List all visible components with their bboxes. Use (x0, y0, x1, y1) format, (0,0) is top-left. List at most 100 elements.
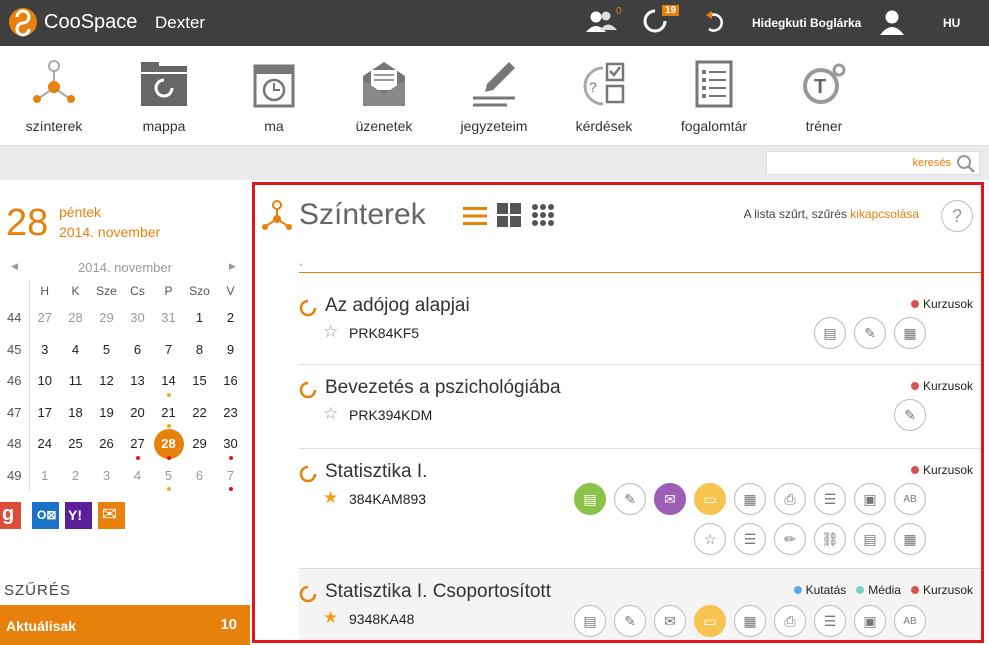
calendar-button[interactable]: ▦ (894, 317, 926, 349)
archive-button[interactable]: ▤ (854, 523, 886, 555)
outlook-button[interactable]: O⊠ (32, 502, 59, 529)
checklist-button[interactable]: ☰ (814, 605, 846, 637)
scene-tag[interactable]: Kurzusok (910, 297, 973, 311)
calendar-day[interactable]: 7 (215, 460, 246, 491)
checklist-button[interactable]: ☰ (814, 483, 846, 515)
back-button[interactable] (703, 10, 725, 39)
scene-tag[interactable]: Kurzusok (910, 583, 973, 597)
scene-row[interactable]: Statisztika I. Csoportosított ★ 9348KA48 Ku… (299, 569, 981, 640)
calendar-day[interactable]: 4 (122, 460, 153, 492)
calendar-day[interactable]: 1 (29, 460, 60, 492)
calendar-day[interactable]: 5 (91, 334, 122, 366)
ab-button[interactable]: AB (894, 483, 926, 515)
email-button[interactable]: ✉ (98, 502, 125, 529)
chat-button[interactable]: ✉ (654, 483, 686, 515)
favorite-star-filled-icon[interactable]: ★ (323, 488, 338, 508)
calendar-day[interactable]: 6 (122, 334, 153, 366)
scene-tag[interactable]: Kurzusok (910, 463, 973, 477)
pin-button[interactable]: ✎ (854, 317, 886, 349)
chat-button[interactable]: ✉ (654, 605, 686, 637)
google-calendar-button[interactable]: g (0, 502, 21, 529)
calendar-day[interactable]: 15 (184, 365, 215, 397)
calendar-day[interactable]: 2 (215, 302, 246, 334)
pin-button[interactable]: ✎ (894, 399, 926, 431)
calendar-day[interactable]: 27 (122, 428, 153, 460)
calendar-day[interactable]: 11 (60, 365, 91, 397)
tool-folder[interactable]: mappa (119, 58, 209, 134)
ab-button[interactable]: AB (894, 605, 926, 637)
language-switch[interactable]: HU (943, 16, 960, 30)
calendar-day[interactable]: 26 (91, 428, 122, 460)
inbox-button[interactable]: ⎙ (774, 605, 806, 637)
app-logo[interactable]: CooSpace (8, 7, 137, 37)
favorite-star-filled-icon[interactable]: ★ (323, 608, 338, 628)
calendar-day[interactable]: 31 (153, 302, 184, 334)
calendar-day[interactable]: 19 (91, 397, 122, 429)
calendar-day[interactable]: 28 (153, 428, 184, 460)
tool-glossary[interactable]: fogalomtár (669, 58, 759, 134)
calendar-day[interactable]: 21 (153, 397, 184, 428)
tool-trainer[interactable]: T tréner (779, 58, 869, 134)
next-month-icon[interactable]: ▶ (229, 261, 236, 272)
favorite-star-icon[interactable]: ☆ (323, 404, 338, 424)
calendar-day[interactable]: 18 (60, 397, 91, 429)
link-button[interactable]: ⛓ (814, 523, 846, 555)
calendar-day[interactable]: 20 (122, 397, 153, 429)
calendar-day[interactable]: 16 (215, 365, 246, 397)
list-button[interactable]: ☰ (734, 523, 766, 555)
tile-view-icon[interactable] (531, 203, 555, 227)
announcement-button[interactable]: ▭ (694, 483, 726, 515)
pencil-button[interactable]: ✏ (774, 523, 806, 555)
help-button[interactable]: ? (941, 200, 973, 232)
scene-row[interactable]: Statisztika I. ★ 384KAM893 Kurzusok ▤ ✎ ✉ ▭ ▦ ⎙ ☰ ▣… (299, 449, 981, 569)
calendar-day[interactable]: 27 (29, 302, 60, 334)
scene-name[interactable]: Statisztika I. Csoportosított (325, 581, 551, 603)
search-input[interactable]: keresés (766, 151, 980, 175)
scene-name[interactable]: Az adójog alapjai (325, 295, 470, 317)
yahoo-button[interactable]: Y! (65, 502, 92, 529)
calendar-day[interactable]: 3 (29, 334, 60, 366)
calendar-day[interactable]: 6 (184, 460, 215, 492)
calendar-day[interactable]: 3 (91, 460, 122, 492)
scene-name[interactable]: Statisztika I. (325, 461, 427, 483)
calendar-day[interactable]: 10 (29, 365, 60, 397)
calendar-day[interactable]: 29 (184, 428, 215, 460)
calendar-day[interactable]: 30 (122, 302, 153, 334)
grid-view-icon[interactable] (497, 203, 521, 227)
favorite-star-icon[interactable]: ☆ (323, 322, 338, 342)
filter-current[interactable]: Aktuálisak 10 (0, 605, 250, 645)
tool-notes[interactable]: jegyzeteim (449, 58, 539, 134)
inbox-button[interactable]: ⎙ (774, 483, 806, 515)
calendar-day[interactable]: 24 (29, 428, 60, 460)
tool-today[interactable]: ma (229, 58, 319, 134)
calendar-day[interactable]: 5 (153, 460, 184, 491)
calendar-day[interactable]: 22 (184, 397, 215, 429)
filter-off-link[interactable]: kikapcsolása (850, 207, 919, 221)
calendar-day[interactable]: 8 (184, 334, 215, 366)
rating-star-button[interactable]: ☆ (694, 523, 726, 555)
calendar-day[interactable]: 30 (215, 428, 246, 460)
drawer-button[interactable]: ▦ (894, 523, 926, 555)
pin-button[interactable]: ✎ (614, 483, 646, 515)
tool-scenes[interactable]: színterek (9, 58, 99, 134)
calendar-day[interactable]: 4 (60, 334, 91, 366)
calendar-button[interactable]: ▦ (734, 605, 766, 637)
calendar-day[interactable]: 25 (60, 428, 91, 460)
scene-row[interactable]: Az adójog alapjai ☆ PRK84KF5 Kurzusok ▤ ✎ ▦ (299, 283, 981, 365)
tool-messages[interactable]: üzenetek (339, 58, 429, 134)
calendar-day[interactable]: 23 (215, 397, 246, 429)
forum-button[interactable]: ▤ (814, 317, 846, 349)
calendar-day[interactable]: 29 (91, 302, 122, 334)
list-view-icon[interactable] (463, 206, 487, 226)
activity-button[interactable]: 19 (642, 5, 680, 39)
clipboard-button[interactable]: ▣ (854, 483, 886, 515)
course-title[interactable]: Dexter (155, 13, 205, 33)
calendar-day[interactable]: 7 (153, 334, 184, 366)
user-avatar[interactable] (879, 9, 905, 40)
people-button[interactable]: 0 (584, 6, 622, 41)
scene-name[interactable]: Bevezetés a pszichológiába (325, 377, 561, 399)
forum-button[interactable]: ▤ (574, 605, 606, 637)
tool-questions[interactable]: ? kérdések (559, 58, 649, 134)
calendar-day[interactable]: 13 (122, 365, 153, 397)
scene-tag[interactable]: Kurzusok (910, 379, 973, 393)
